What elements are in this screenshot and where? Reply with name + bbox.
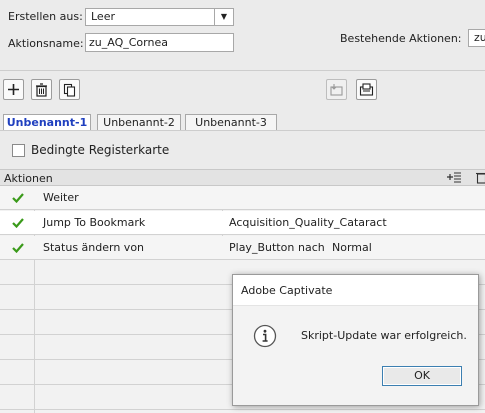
dialog-body: Skript-Update war erfolgreich. OK [233,306,478,405]
create-from-label: Erstellen aus: [8,10,83,23]
tab-unbenannt-3[interactable]: Unbenannt-3 [185,114,277,131]
row-param: Acquisition_Quality_Cataract [229,216,387,229]
delete-button[interactable] [31,79,52,100]
info-icon [253,324,277,351]
existing-actions-value: zu [474,31,485,44]
insert-row-icon[interactable] [446,171,462,187]
row-action: Weiter [43,191,79,204]
action-name-label: Aktionsname: [8,37,84,50]
actions-grid-header: Aktionen [0,169,485,186]
duplicate-button[interactable] [59,79,80,100]
import-icon [330,84,343,96]
create-from-select[interactable]: Leer ▼ [85,8,234,26]
row-action: Status ändern von [43,241,145,254]
row-param: Play_Button [229,241,295,254]
plus-icon [8,84,19,95]
row-param-state: Normal [332,241,372,254]
existing-actions-select[interactable]: zu [468,29,485,47]
message-dialog: Adobe Captivate Skript-Update war erfolg… [232,274,479,406]
trash-icon [36,82,47,97]
check-icon [12,236,24,260]
tab-unbenannt-1[interactable]: Unbenannt-1 [3,114,91,131]
copy-icon [63,83,76,97]
divider [0,70,485,71]
export-icon [359,83,374,96]
dialog-title: Adobe Captivate [233,275,478,306]
export-button[interactable] [356,79,377,100]
table-row[interactable]: Status ändern von Play_Button nach Norma… [0,236,485,260]
chevron-down-icon[interactable]: ▼ [214,9,233,25]
create-from-value: Leer [91,10,115,23]
trash-icon[interactable] [476,171,485,187]
check-icon [12,211,24,235]
action-name-input[interactable]: zu_AQ_Cornea [85,33,234,52]
existing-actions-label: Bestehende Aktionen: [340,32,462,45]
tab-strip-line [0,130,485,131]
tab-unbenannt-2[interactable]: Unbenannt-2 [97,114,181,131]
row-param-connector: nach [298,241,325,254]
table-row[interactable]: Jump To Bookmark Acquisition_Quality_Cat… [0,211,485,235]
check-icon [12,186,24,210]
dialog-message: Skript-Update war erfolgreich. [301,329,467,342]
conditional-tab-label: Bedingte Registerkarte [31,143,170,157]
row-action: Jump To Bookmark [43,216,146,229]
import-button[interactable] [326,79,347,100]
actions-header-label: Aktionen [4,172,53,185]
conditional-tab-checkbox[interactable] [12,144,25,157]
table-row[interactable]: Weiter [0,186,485,210]
ok-button[interactable]: OK [382,366,462,386]
add-button[interactable] [3,79,24,100]
